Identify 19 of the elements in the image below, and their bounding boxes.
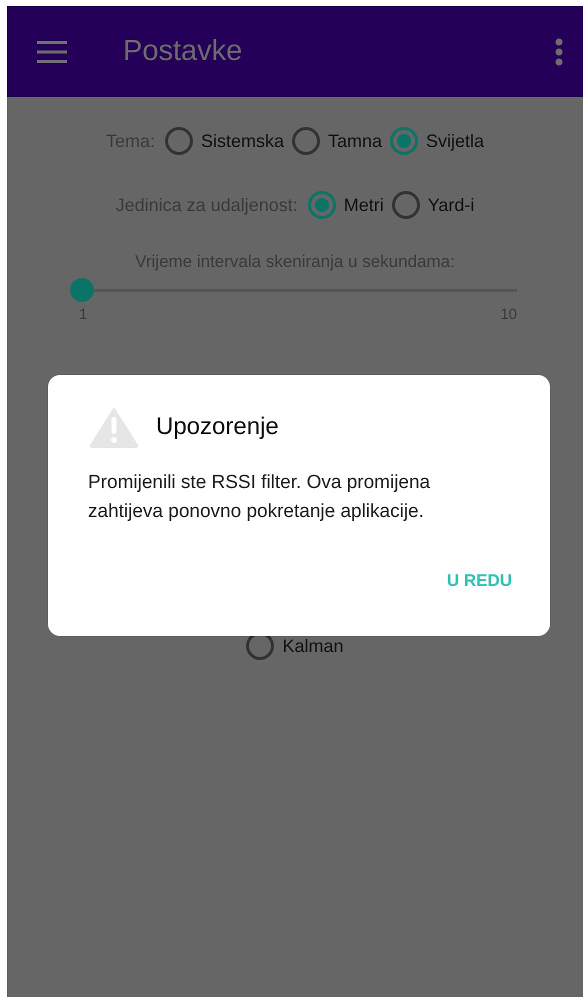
radio-option[interactable]: Yard-i [392, 191, 474, 219]
radio-option[interactable]: Svijetla [390, 127, 484, 155]
warning-icon [88, 405, 140, 449]
radio-button[interactable] [292, 127, 320, 155]
slider[interactable] [70, 278, 517, 302]
radio-button[interactable] [392, 191, 420, 219]
radio-option[interactable]: Metri [308, 191, 384, 219]
radio-button[interactable] [308, 191, 336, 219]
slider-thumb[interactable] [70, 278, 94, 302]
dialog-message: Promijenili ste RSSI filter. Ova promijena zahtijeva ponovno pokretanje aplikacije. [88, 471, 432, 524]
menu-icon[interactable] [37, 40, 67, 62]
more-options-icon[interactable] [555, 38, 563, 66]
radio-button[interactable] [390, 127, 418, 155]
radio-button[interactable] [164, 127, 193, 155]
dialog-title: Upozorenje [156, 412, 279, 442]
radio-option[interactable]: Tamna [292, 127, 382, 155]
radio-option[interactable]: Sistemska [164, 127, 284, 155]
ok-button[interactable]: U REDU [446, 568, 512, 594]
screen-title: Postavke [123, 34, 244, 69]
